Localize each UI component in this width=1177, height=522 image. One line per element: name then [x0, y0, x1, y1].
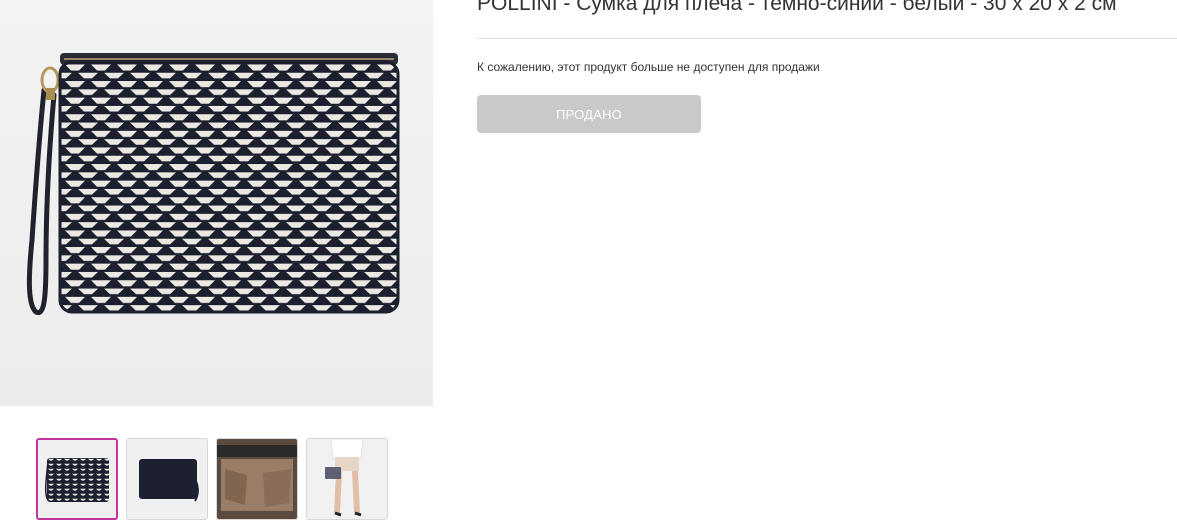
thumbnail-interior-image	[217, 439, 297, 519]
product-title: POLLINI - Сумка для плеча - темно-синий …	[477, 0, 1117, 15]
thumbnail-strip	[36, 438, 388, 520]
title-divider	[477, 38, 1177, 39]
thumbnail-back[interactable]	[126, 438, 208, 520]
sold-button[interactable]: ПРОДАНО	[477, 95, 701, 133]
clutch-illustration	[26, 53, 400, 316]
thumbnail-model-image	[307, 439, 387, 519]
product-main-image[interactable]	[0, 0, 433, 406]
availability-message: К сожалению, этот продукт больше не дост…	[477, 60, 820, 74]
thumbnail-interior[interactable]	[216, 438, 298, 520]
thumbnail-back-image	[127, 439, 207, 519]
thumbnail-front[interactable]	[36, 438, 118, 520]
thumbnail-model[interactable]	[306, 438, 388, 520]
thumbnail-front-image	[38, 440, 116, 518]
